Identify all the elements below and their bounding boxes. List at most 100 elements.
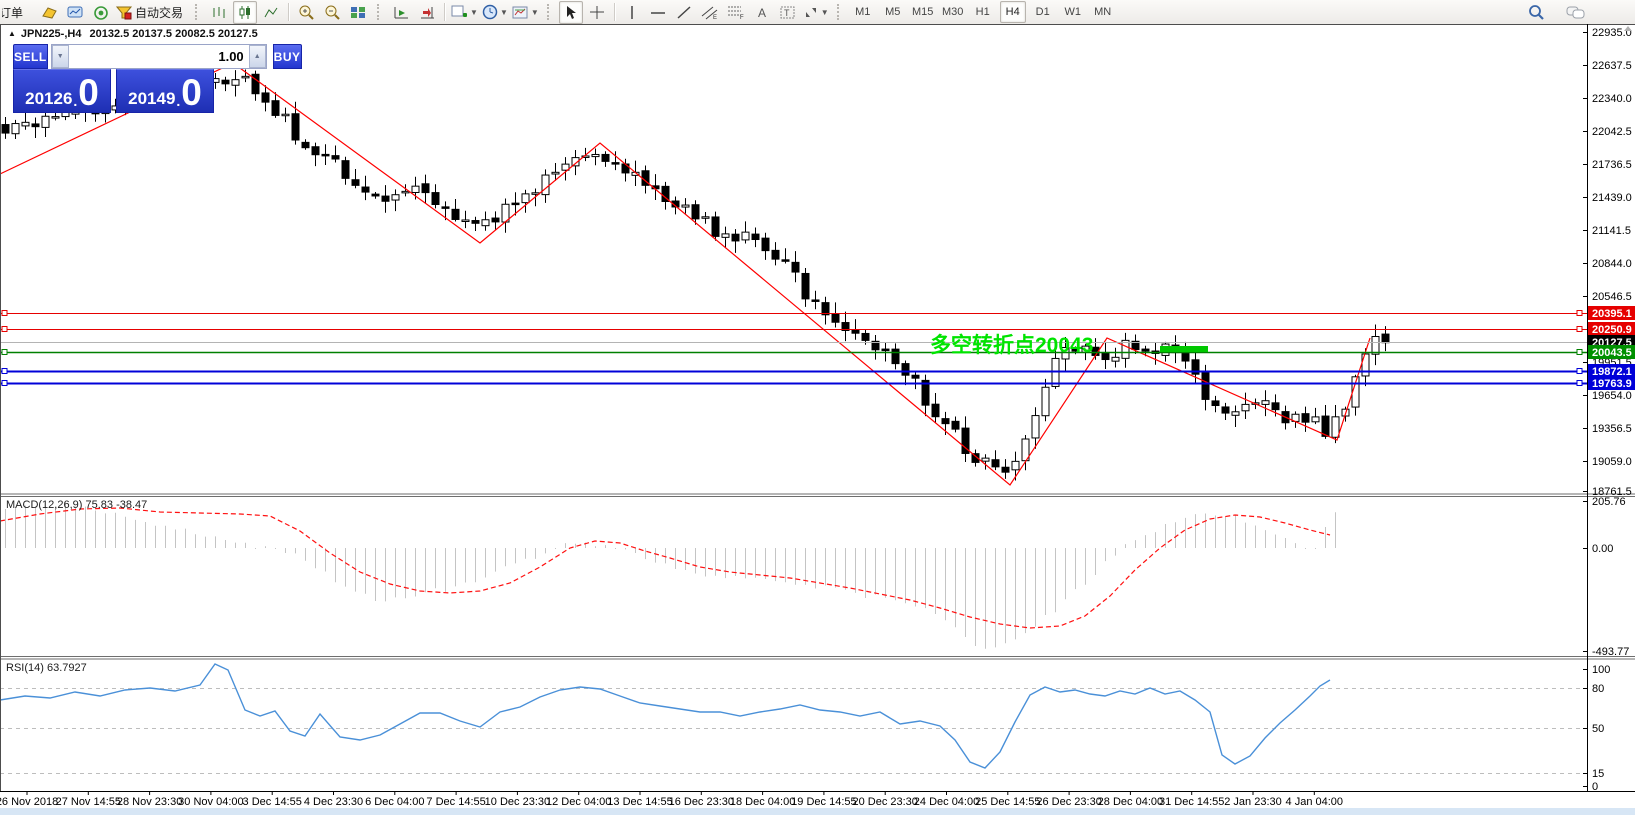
autotrade-label: 自动交易: [135, 4, 183, 21]
new-chart-icon[interactable]: ▼: [450, 1, 479, 24]
toolbar-group-standard: 新订单 自动交易: [0, 0, 189, 24]
toolbar-group-timeframes: M1M5M15M30H1H4D1W1MN: [848, 0, 1118, 24]
svg-text:26 Nov 2018: 26 Nov 2018: [0, 796, 58, 808]
svg-text:20 Dec 23:30: 20 Dec 23:30: [852, 796, 917, 808]
svg-text:F: F: [740, 15, 744, 20]
timeframe-M30[interactable]: M30: [940, 1, 966, 23]
zoom-in-icon[interactable]: [294, 1, 318, 24]
status-strip: [0, 808, 1635, 815]
line-handle: [1577, 381, 1582, 386]
toolbar-grip[interactable]: [377, 4, 384, 20]
svg-text:19763.9: 19763.9: [1592, 378, 1632, 390]
search-icon[interactable]: [1524, 1, 1548, 24]
svg-text:0.00: 0.00: [1592, 543, 1613, 555]
toolbar-grip[interactable]: [837, 4, 844, 20]
zigzag-line: [0, 63, 1370, 485]
svg-text:27 Nov 14:55: 27 Nov 14:55: [56, 796, 121, 808]
macd-values: 75.83 -38.47: [85, 499, 147, 511]
template-icon[interactable]: ▼: [511, 1, 540, 24]
channel-icon[interactable]: E: [698, 1, 722, 24]
lot-decrease-button[interactable]: ▼: [52, 45, 69, 68]
svg-text:31 Dec 14:55: 31 Dec 14:55: [1159, 796, 1224, 808]
toolbar-grip[interactable]: [547, 4, 554, 20]
timeframe-D1[interactable]: D1: [1030, 1, 1056, 23]
zoom-out-icon[interactable]: [320, 1, 344, 24]
rsi-line: [0, 664, 1330, 768]
svg-text:19356.5: 19356.5: [1592, 423, 1632, 435]
lot-increase-button[interactable]: ▲: [249, 45, 266, 68]
svg-text:19059.0: 19059.0: [1592, 456, 1632, 468]
svg-text:50: 50: [1592, 723, 1604, 735]
svg-text:25 Dec 14:55: 25 Dec 14:55: [975, 796, 1040, 808]
line-handle: [2, 311, 7, 316]
sell-button[interactable]: SELL: [13, 44, 48, 69]
buy-button[interactable]: BUY: [273, 44, 302, 69]
svg-text:10 Dec 23:30: 10 Dec 23:30: [485, 796, 550, 808]
svg-text:20043.5: 20043.5: [1592, 347, 1632, 359]
toolbar-group-objects: E F A T ▼: [558, 0, 831, 24]
crosshair-icon[interactable]: [585, 1, 609, 24]
svg-text:21736.5: 21736.5: [1592, 159, 1632, 171]
collapse-panel-arrow-icon[interactable]: ▲: [8, 29, 16, 38]
svg-text:21439.0: 21439.0: [1592, 192, 1632, 204]
svg-text:4 Jan 04:00: 4 Jan 04:00: [1286, 796, 1344, 808]
candlestick-chart-icon[interactable]: [233, 1, 257, 24]
price-axis-labels: 22935.022637.522340.022042.521736.521439…: [1583, 27, 1632, 498]
fibonacci-icon[interactable]: F: [724, 1, 748, 24]
cursor-icon[interactable]: [559, 1, 583, 24]
toolbar-grip[interactable]: [195, 4, 202, 20]
pivot-annotation-text[interactable]: 多空转折点20043: [930, 329, 1093, 359]
toolbar-group-navigation: ▼ ▼ ▼: [388, 0, 541, 24]
price-tags: 20395.120250.920127.520043.519872.119763…: [1588, 306, 1635, 390]
line-handle: [2, 381, 7, 386]
market-watch-icon[interactable]: [37, 1, 61, 24]
svg-text:16 Dec 23:30: 16 Dec 23:30: [669, 796, 734, 808]
timeframe-H1[interactable]: H1: [970, 1, 996, 23]
timeframe-M5[interactable]: M5: [880, 1, 906, 23]
sell-price-pips: 0: [78, 76, 99, 109]
timeframe-H4[interactable]: H4: [1000, 1, 1026, 23]
svg-text:28 Nov 23:30: 28 Nov 23:30: [117, 796, 182, 808]
buy-price-display[interactable]: 20149 . 0: [116, 69, 214, 113]
mt4-window: 22935.022637.522340.022042.521736.521439…: [0, 0, 1635, 815]
autotrade-button[interactable]: 自动交易: [115, 1, 188, 24]
svg-text:205.76: 205.76: [1592, 496, 1626, 508]
svg-text:13 Dec 14:55: 13 Dec 14:55: [607, 796, 672, 808]
period-icon[interactable]: ▼: [481, 1, 509, 24]
svg-text:7 Dec 14:55: 7 Dec 14:55: [426, 796, 485, 808]
auto-scroll-icon[interactable]: [389, 1, 413, 24]
svg-text:15: 15: [1592, 768, 1604, 780]
svg-text:12 Dec 04:00: 12 Dec 04:00: [546, 796, 611, 808]
tile-windows-icon[interactable]: [346, 1, 370, 24]
timeframe-W1[interactable]: W1: [1060, 1, 1086, 23]
timeframe-MN[interactable]: MN: [1090, 1, 1116, 23]
chart-shift-icon[interactable]: [415, 1, 439, 24]
trendline-icon[interactable]: [672, 1, 696, 24]
line-handle: [2, 327, 7, 332]
rsi-value: 63.7927: [47, 662, 87, 674]
horizontal-line-icon[interactable]: [646, 1, 670, 24]
new-order-button[interactable]: 新订单: [1, 3, 35, 21]
line-chart-icon[interactable]: [259, 1, 283, 24]
chevron-down-icon: ▼: [470, 8, 478, 17]
timeframe-M15[interactable]: M15: [910, 1, 936, 23]
svg-text:6 Dec 04:00: 6 Dec 04:00: [365, 796, 424, 808]
svg-text:28 Dec 04:00: 28 Dec 04:00: [1098, 796, 1163, 808]
bar-chart-icon[interactable]: [207, 1, 231, 24]
chat-icon[interactable]: [1564, 1, 1588, 24]
candles-layer: [2, 69, 1389, 480]
arrows-icon[interactable]: ▼: [802, 1, 830, 24]
text-label-icon[interactable]: T: [776, 1, 800, 24]
sell-price-display[interactable]: 20126 . 0: [13, 69, 111, 113]
text-icon[interactable]: A: [750, 1, 774, 24]
svg-text:4 Dec 23:30: 4 Dec 23:30: [304, 796, 363, 808]
timeframe-M1[interactable]: M1: [850, 1, 876, 23]
lot-size-input[interactable]: [69, 45, 249, 68]
chart-canvas[interactable]: 22935.022637.522340.022042.521736.521439…: [0, 0, 1635, 815]
vertical-line-icon[interactable]: [620, 1, 644, 24]
signals-icon[interactable]: [89, 1, 113, 24]
terminal-icon[interactable]: [63, 1, 87, 24]
svg-text:22340.0: 22340.0: [1592, 93, 1632, 105]
line-handle: [2, 350, 7, 355]
rsi-label: RSI(14) 63.7927: [6, 662, 87, 674]
